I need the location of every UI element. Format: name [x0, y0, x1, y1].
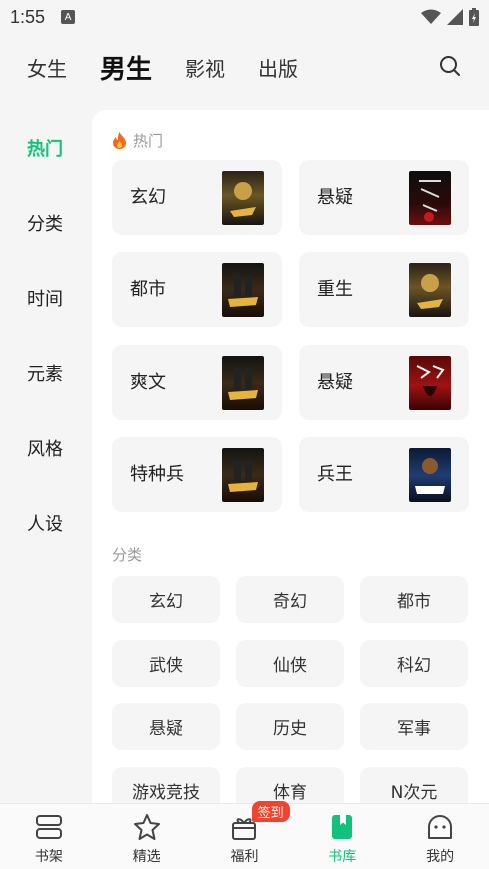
book-cover — [409, 448, 451, 502]
hot-card[interactable]: 重生 — [299, 252, 469, 327]
book-cover — [409, 171, 451, 225]
sidebar-item-style[interactable]: 风格 — [0, 410, 92, 485]
tab-label: 书架 — [34, 849, 63, 865]
bookstore-icon — [332, 815, 353, 839]
tab-welfare[interactable]: 福利 签到 — [196, 801, 294, 869]
hot-card[interactable]: 都市 — [112, 252, 282, 327]
hot-card[interactable]: 特种兵 — [112, 437, 282, 512]
book-cover — [409, 263, 451, 317]
hot-card-label: 悬疑 — [317, 372, 353, 393]
content-panel: 热门 玄幻 悬疑 都市 重生 爽文 悬疑 特种兵 兵王 分类 玄幻 奇幻 都市 … — [92, 110, 489, 815]
category-button[interactable]: 奇幻 — [236, 576, 344, 623]
category-section-title: 分类 — [112, 544, 142, 565]
battery-charging-icon — [469, 8, 479, 26]
book-cover — [222, 171, 264, 225]
sidebar-item-element[interactable]: 元素 — [0, 335, 92, 410]
book-cover — [409, 356, 451, 410]
category-button[interactable]: 军事 — [360, 703, 468, 750]
hot-card[interactable]: 兵王 — [299, 437, 469, 512]
category-section-label: 分类 — [112, 546, 143, 564]
fire-icon — [113, 132, 126, 149]
profile-icon — [428, 815, 453, 839]
category-button[interactable]: 玄幻 — [112, 576, 220, 623]
tab-bookstore[interactable]: 书库 — [293, 804, 391, 869]
book-cover — [222, 356, 264, 410]
category-button[interactable]: 悬疑 — [112, 703, 220, 750]
hot-card[interactable]: 悬疑 — [299, 345, 469, 420]
status-time: 1:55 — [10, 6, 46, 27]
tab-male[interactable]: 男生 — [100, 49, 152, 86]
book-cover — [222, 263, 264, 317]
category-button[interactable]: 武侠 — [112, 640, 220, 687]
hot-card-label: 都市 — [130, 279, 166, 300]
tab-label: 精选 — [132, 849, 161, 865]
tab-label: 福利 — [230, 849, 259, 865]
hot-card-label: 爽文 — [130, 372, 166, 393]
tab-profile[interactable]: 我的 — [391, 804, 489, 869]
sidebar-item-time[interactable]: 时间 — [0, 260, 92, 335]
star-icon — [133, 814, 160, 840]
bottom-tab-bar: 书架 精选 福利 签到 书库 我的 — [0, 801, 489, 869]
tab-label: 我的 — [426, 849, 455, 865]
tab-featured[interactable]: 精选 — [98, 804, 196, 869]
tab-female[interactable]: 女生 — [27, 53, 67, 82]
category-sidebar: 热门 分类 时间 元素 风格 人设 — [0, 110, 92, 560]
hot-card[interactable]: 悬疑 — [299, 160, 469, 235]
tab-film[interactable]: 影视 — [185, 53, 225, 82]
sidebar-item-category[interactable]: 分类 — [0, 185, 92, 260]
hot-card-label: 重生 — [317, 279, 353, 300]
category-button[interactable]: 科幻 — [360, 640, 468, 687]
hot-card[interactable]: 玄幻 — [112, 160, 282, 235]
search-icon[interactable] — [439, 55, 461, 77]
status-bar: 1:55 A — [0, 0, 489, 34]
hot-section-label: 热门 — [133, 132, 164, 150]
category-button[interactable]: 都市 — [360, 576, 468, 623]
checkin-badge[interactable]: 签到 — [251, 801, 290, 822]
sidebar-item-persona[interactable]: 人设 — [0, 485, 92, 560]
hot-card-label: 玄幻 — [130, 187, 166, 208]
sidebar-item-hot[interactable]: 热门 — [0, 110, 92, 185]
signal-icon — [447, 9, 463, 25]
hot-section-title: 热门 — [112, 130, 163, 151]
notification-icon: A — [61, 10, 76, 24]
tab-label: 书库 — [328, 849, 357, 865]
category-button[interactable]: 仙侠 — [236, 640, 344, 687]
book-cover — [222, 448, 264, 502]
hot-card-label: 悬疑 — [317, 187, 353, 208]
hot-card[interactable]: 爽文 — [112, 345, 282, 420]
bookshelf-icon — [35, 815, 62, 839]
tab-bookshelf[interactable]: 书架 — [0, 804, 98, 869]
category-button[interactable]: 历史 — [236, 703, 344, 750]
tab-publish[interactable]: 出版 — [258, 53, 298, 82]
hot-card-label: 兵王 — [317, 464, 353, 485]
wifi-icon — [421, 9, 441, 24]
top-nav: 女生 男生 影视 出版 — [0, 40, 489, 94]
hot-card-label: 特种兵 — [130, 464, 184, 485]
